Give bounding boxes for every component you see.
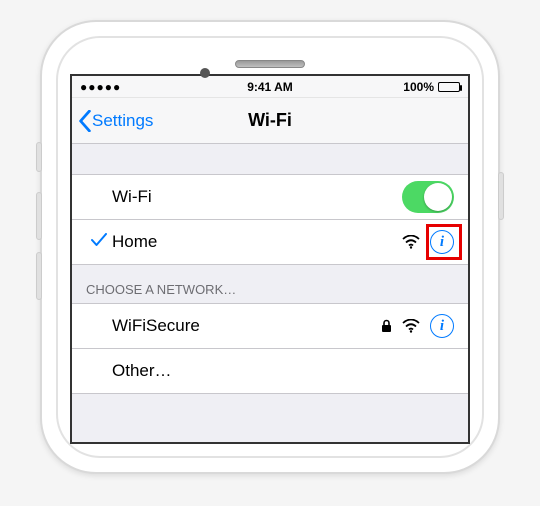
wifi-signal-icon bbox=[402, 319, 420, 333]
wifi-toggle[interactable] bbox=[402, 181, 454, 213]
nav-bar: Settings Wi-Fi bbox=[72, 98, 468, 144]
connected-network-name: Home bbox=[112, 232, 402, 252]
other-label: Other… bbox=[112, 361, 454, 381]
info-button[interactable]: i bbox=[430, 314, 454, 338]
wifi-toggle-label: Wi-Fi bbox=[112, 187, 402, 207]
back-button[interactable]: Settings bbox=[78, 110, 153, 132]
connected-network-row[interactable]: Home i bbox=[72, 219, 468, 265]
section-header: CHOOSE A NETWORK… bbox=[72, 264, 468, 303]
screen: ●●●●● 9:41 AM 100% Settings Wi-Fi Wi-Fi bbox=[70, 74, 470, 444]
chevron-left-icon bbox=[78, 110, 92, 132]
status-time: 9:41 AM bbox=[247, 80, 293, 94]
battery-percent: 100% bbox=[403, 80, 434, 94]
wifi-toggle-row: Wi-Fi bbox=[72, 174, 468, 220]
back-label: Settings bbox=[92, 111, 153, 131]
lock-icon bbox=[381, 319, 392, 333]
network-row[interactable]: WiFiSecure i bbox=[72, 303, 468, 349]
network-name: WiFiSecure bbox=[112, 316, 381, 336]
page-title: Wi-Fi bbox=[248, 110, 292, 131]
signal-dots-icon: ●●●●● bbox=[80, 80, 121, 94]
status-bar: ●●●●● 9:41 AM 100% bbox=[72, 76, 468, 98]
battery-icon bbox=[438, 82, 460, 92]
other-network-row[interactable]: Other… bbox=[72, 348, 468, 394]
checkmark-icon bbox=[91, 232, 107, 252]
info-button[interactable]: i bbox=[430, 230, 454, 254]
battery-indicator: 100% bbox=[403, 80, 460, 94]
wifi-signal-icon bbox=[402, 235, 420, 249]
